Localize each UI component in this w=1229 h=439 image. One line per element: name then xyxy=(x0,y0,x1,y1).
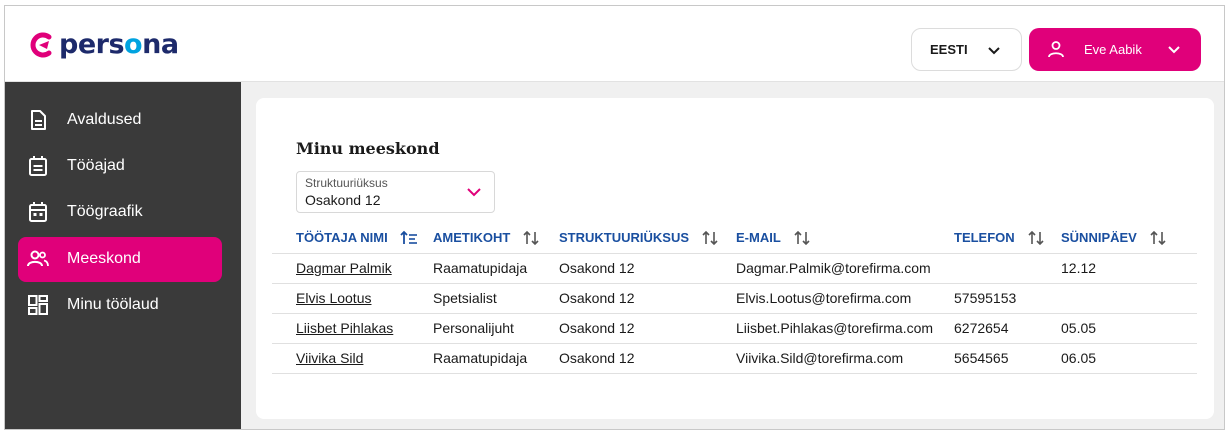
position-cell: Spetsialist xyxy=(433,283,559,314)
table-header-row: TÖÖTAJA NIMI AMETIKOHT STRUKTUURIÜKSUS E… xyxy=(272,223,1197,253)
sort-ascending-icon xyxy=(400,230,417,244)
unit-cell: Osakond 12 xyxy=(559,283,736,314)
position-cell: Personalijuht xyxy=(433,313,559,344)
phone-cell: 6272654 xyxy=(954,313,1061,344)
employee-name-link[interactable]: Dagmar Palmik xyxy=(296,260,392,276)
persona-logo[interactable]: persona xyxy=(27,31,179,59)
column-header-name[interactable]: TÖÖTAJA NIMI xyxy=(272,223,433,253)
sidebar-item-avaldused[interactable]: Avaldused xyxy=(18,98,222,143)
employee-name-link[interactable]: Viivika Sild xyxy=(296,350,363,366)
email-cell: Liisbet.Pihlakas@torefirma.com xyxy=(736,313,954,344)
column-header-position[interactable]: AMETIKOHT xyxy=(433,223,559,253)
email-cell: Elvis.Lootus@torefirma.com xyxy=(736,283,954,314)
column-header-phone[interactable]: TELEFON xyxy=(954,223,1061,253)
user-icon xyxy=(1048,41,1064,58)
unit-cell: Osakond 12 xyxy=(559,313,736,344)
sidebar-item-tooajad[interactable]: Tööajad xyxy=(18,144,222,189)
position-cell: Raamatupidaja xyxy=(433,252,559,284)
structural-unit-select[interactable]: Struktuuriüksus Osakond 12 xyxy=(296,171,495,213)
table-row: Elvis Lootus Spetsialist Osakond 12 Elvi… xyxy=(272,283,1197,314)
column-header-email[interactable]: E-MAIL xyxy=(736,223,954,253)
app-window: persona EESTI Eve Aabik Avaldused Tööaja… xyxy=(4,5,1225,430)
birthday-cell: 12.12 xyxy=(1061,252,1197,284)
select-label: Struktuuriüksus xyxy=(305,176,388,190)
page-title: Minu meeskond xyxy=(296,139,440,158)
sidebar: Avaldused Tööajad Töögraafik Meeskond Mi… xyxy=(5,82,241,429)
logo-text: persona xyxy=(59,29,179,60)
chevron-down-icon xyxy=(467,188,481,197)
sort-icon xyxy=(794,230,810,245)
user-menu-button[interactable]: Eve Aabik xyxy=(1029,28,1201,71)
language-selector[interactable]: EESTI xyxy=(911,28,1022,71)
team-card: Minu meeskond Struktuuriüksus Osakond 12… xyxy=(256,98,1214,419)
table-row: Dagmar Palmik Raamatupidaja Osakond 12 D… xyxy=(272,252,1197,284)
birthday-cell xyxy=(1061,283,1197,314)
sort-icon xyxy=(523,230,539,245)
dashboard-icon xyxy=(28,295,48,315)
phone-cell xyxy=(954,252,1061,284)
user-name: Eve Aabik xyxy=(1084,42,1142,57)
table-row: Viivika Sild Raamatupidaja Osakond 12 Vi… xyxy=(272,343,1197,374)
top-bar: persona EESTI Eve Aabik xyxy=(5,6,1224,82)
sidebar-item-label: Minu töölaud xyxy=(67,296,159,313)
sidebar-item-label: Töögraafik xyxy=(67,203,143,220)
column-header-unit[interactable]: STRUKTUURIÜKSUS xyxy=(559,223,736,253)
calendar-icon xyxy=(29,202,47,222)
phone-cell: 5654565 xyxy=(954,343,1061,374)
sidebar-item-meeskond[interactable]: Meeskond xyxy=(18,237,222,282)
employee-name-link[interactable]: Elvis Lootus xyxy=(296,290,371,306)
birthday-cell: 05.05 xyxy=(1061,313,1197,344)
chevron-down-icon xyxy=(988,47,1000,55)
sidebar-item-label: Meeskond xyxy=(67,250,141,267)
sidebar-item-minu-toolaud[interactable]: Minu töölaud xyxy=(18,283,222,328)
logo-mark-icon xyxy=(30,32,52,58)
language-label: EESTI xyxy=(930,42,968,57)
chevron-down-icon xyxy=(1168,46,1180,54)
team-table: TÖÖTAJA NIMI AMETIKOHT STRUKTUURIÜKSUS E… xyxy=(272,223,1197,374)
sidebar-item-label: Avaldused xyxy=(67,111,142,128)
unit-cell: Osakond 12 xyxy=(559,343,736,374)
calendar-list-icon xyxy=(29,156,47,176)
email-cell: Dagmar.Palmik@torefirma.com xyxy=(736,252,954,284)
email-cell: Viivika.Sild@torefirma.com xyxy=(736,343,954,374)
sort-icon xyxy=(1028,230,1044,245)
sidebar-item-toograafik[interactable]: Töögraafik xyxy=(18,190,222,235)
sort-icon xyxy=(702,230,718,245)
document-icon xyxy=(31,110,46,130)
people-icon xyxy=(27,250,49,267)
sidebar-item-label: Tööajad xyxy=(67,157,125,174)
birthday-cell: 06.05 xyxy=(1061,343,1197,374)
sort-icon xyxy=(1150,230,1166,245)
table-row: Liisbet Pihlakas Personalijuht Osakond 1… xyxy=(272,313,1197,344)
column-header-birthday[interactable]: SÜNNIPÄEV xyxy=(1061,223,1197,253)
phone-cell: 57595153 xyxy=(954,283,1061,314)
position-cell: Raamatupidaja xyxy=(433,343,559,374)
employee-name-link[interactable]: Liisbet Pihlakas xyxy=(296,320,393,336)
unit-cell: Osakond 12 xyxy=(559,252,736,284)
select-value: Osakond 12 xyxy=(305,192,381,208)
